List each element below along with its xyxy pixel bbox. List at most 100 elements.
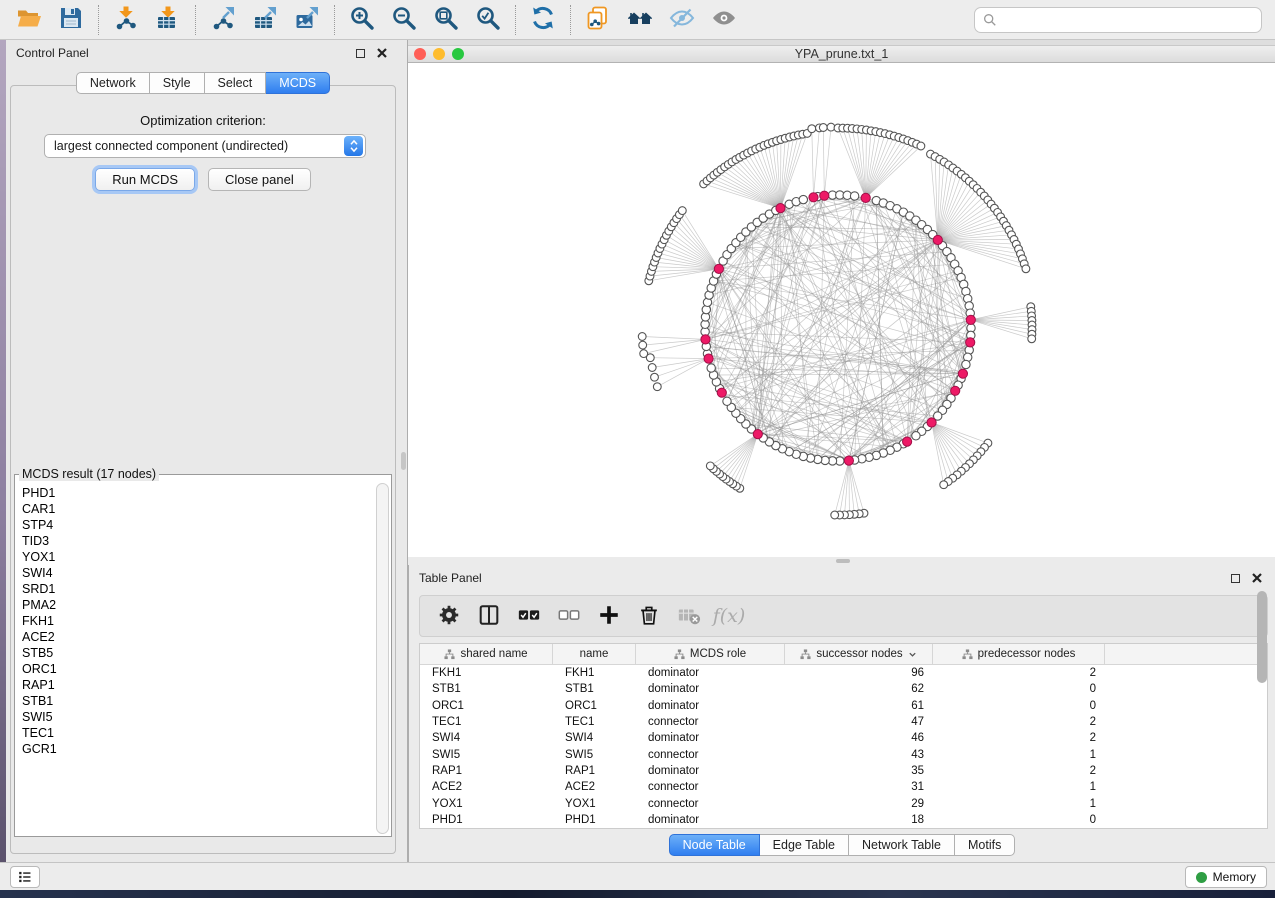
vertical-splitter[interactable] [400, 40, 408, 862]
cell-predecessor-nodes: 1 [933, 749, 1105, 761]
task-history-button[interactable] [10, 866, 40, 888]
mcds-result-item[interactable]: TEC1 [22, 725, 375, 741]
table-scrollbar-thumb[interactable] [1257, 591, 1267, 683]
task-list-icon [17, 868, 33, 886]
table-row[interactable]: ACE2ACE2connector311 [420, 779, 1267, 795]
table-row[interactable]: YOX1YOX1connector291 [420, 795, 1267, 811]
tab-mcds[interactable]: MCDS [266, 72, 330, 94]
save-button[interactable] [53, 4, 89, 36]
window-close-button[interactable] [414, 48, 426, 60]
mcds-result-item[interactable]: SRD1 [22, 581, 375, 597]
tab-style[interactable]: Style [150, 72, 205, 94]
first-neighbors-icon [627, 5, 653, 34]
mcds-result-item[interactable]: ORC1 [22, 661, 375, 677]
mcds-result-item[interactable]: GCR1 [22, 741, 375, 757]
deselect-all-button[interactable] [552, 600, 586, 632]
table-row[interactable]: RAP1RAP1dominator352 [420, 763, 1267, 779]
refresh-button[interactable] [525, 4, 561, 36]
column-header-predecessor-nodes[interactable]: predecessor nodes [933, 644, 1105, 664]
mcds-result-item[interactable]: SWI5 [22, 709, 375, 725]
horizontal-splitter[interactable] [408, 557, 1275, 565]
split-panel-button[interactable] [472, 600, 506, 632]
mcds-result-item[interactable]: CAR1 [22, 501, 375, 517]
export-image-button[interactable] [289, 4, 325, 36]
gear-button[interactable] [432, 600, 466, 632]
tab-select[interactable]: Select [205, 72, 267, 94]
mcds-result-item[interactable]: YOX1 [22, 549, 375, 565]
close-mcds-panel-button[interactable]: Close panel [208, 168, 311, 191]
zoom-selected-button[interactable] [470, 4, 506, 36]
mcds-hub-node [753, 430, 762, 439]
mcds-result-item[interactable]: STB1 [22, 693, 375, 709]
mcds-list-scrollbar[interactable] [376, 483, 389, 834]
delete-column-button[interactable] [632, 600, 666, 632]
table-row[interactable]: SWI4SWI4dominator462 [420, 730, 1267, 746]
import-network-button[interactable] [108, 4, 144, 36]
table-close-panel-button[interactable] [1249, 570, 1265, 586]
export-network-button[interactable] [205, 4, 241, 36]
window-minimize-button[interactable] [433, 48, 445, 60]
table-panel: Table Panel f(x) shared namenameMCDS rol… [408, 565, 1275, 862]
memory-label: Memory [1213, 870, 1256, 884]
table-row[interactable]: FKH1FKH1dominator962 [420, 665, 1267, 681]
hide-selected-button[interactable] [664, 4, 700, 36]
mcds-hub-node [704, 354, 713, 363]
zoom-out-button[interactable] [386, 4, 422, 36]
import-table-button[interactable] [150, 4, 186, 36]
cell-shared-name: SWI4 [420, 732, 553, 744]
show-all-button[interactable] [706, 4, 742, 36]
save-icon [58, 5, 84, 34]
cell-successor-nodes: 43 [785, 749, 933, 761]
search-input[interactable] [1003, 10, 1253, 30]
mcds-result-item[interactable]: STP4 [22, 517, 375, 533]
add-column-button[interactable] [592, 600, 626, 632]
column-header-successor-nodes[interactable]: successor nodes [785, 644, 933, 664]
table-scrollbar[interactable] [1256, 591, 1268, 856]
zoom-in-icon [349, 5, 375, 34]
select-all-button[interactable] [512, 600, 546, 632]
memory-button[interactable]: Memory [1185, 866, 1267, 888]
mcds-result-item[interactable]: STB5 [22, 645, 375, 661]
mcds-result-item[interactable]: TID3 [22, 533, 375, 549]
open-folder-button[interactable] [11, 4, 47, 36]
run-mcds-button[interactable]: Run MCDS [95, 168, 195, 191]
mcds-result-item[interactable]: ACE2 [22, 629, 375, 645]
mcds-hub-node [717, 388, 726, 397]
tab-network[interactable]: Network [76, 72, 150, 94]
mcds-result-item[interactable]: RAP1 [22, 677, 375, 693]
network-canvas[interactable] [408, 63, 1275, 557]
table-row[interactable]: PHD1PHD1dominator180 [420, 812, 1267, 828]
control-panel-header: Control Panel [6, 40, 400, 66]
column-header-name[interactable]: name [553, 644, 636, 664]
tab-motifs[interactable]: Motifs [955, 834, 1015, 856]
table-row[interactable]: STB1STB1dominator620 [420, 681, 1267, 697]
tab-edge-table[interactable]: Edge Table [760, 834, 849, 856]
table-row[interactable]: ORC1ORC1dominator610 [420, 698, 1267, 714]
delete-table-icon [677, 603, 701, 630]
export-table-button[interactable] [247, 4, 283, 36]
window-zoom-button[interactable] [452, 48, 464, 60]
column-header-shared-name[interactable]: shared name [420, 644, 553, 664]
mcds-result-item[interactable]: FKH1 [22, 613, 375, 629]
criterion-dropdown[interactable]: largest connected component (undirected) [44, 134, 366, 158]
first-neighbors-button[interactable] [622, 4, 658, 36]
attribute-tree-icon [962, 649, 973, 660]
cell-predecessor-nodes: 1 [933, 781, 1105, 793]
tab-network-table[interactable]: Network Table [849, 834, 955, 856]
close-panel-button[interactable] [374, 45, 390, 61]
tab-node-table[interactable]: Node Table [669, 834, 760, 856]
mcds-result-item[interactable]: SWI4 [22, 565, 375, 581]
duplicate-network-button[interactable] [580, 4, 616, 36]
float-panel-button[interactable] [352, 45, 368, 61]
zoom-fit-button[interactable] [428, 4, 464, 36]
table-row[interactable]: TEC1TEC1connector472 [420, 714, 1267, 730]
cell-predecessor-nodes: 0 [933, 700, 1105, 712]
table-row[interactable]: SWI5SWI5connector431 [420, 746, 1267, 762]
column-header-MCDS-role[interactable]: MCDS role [636, 644, 785, 664]
mcds-result-item[interactable]: PHD1 [22, 485, 375, 501]
zoom-in-button[interactable] [344, 4, 380, 36]
table-float-panel-button[interactable] [1227, 570, 1243, 586]
mcds-result-item[interactable]: PMA2 [22, 597, 375, 613]
search-box[interactable] [974, 7, 1262, 33]
table-panel-header: Table Panel [409, 565, 1275, 591]
